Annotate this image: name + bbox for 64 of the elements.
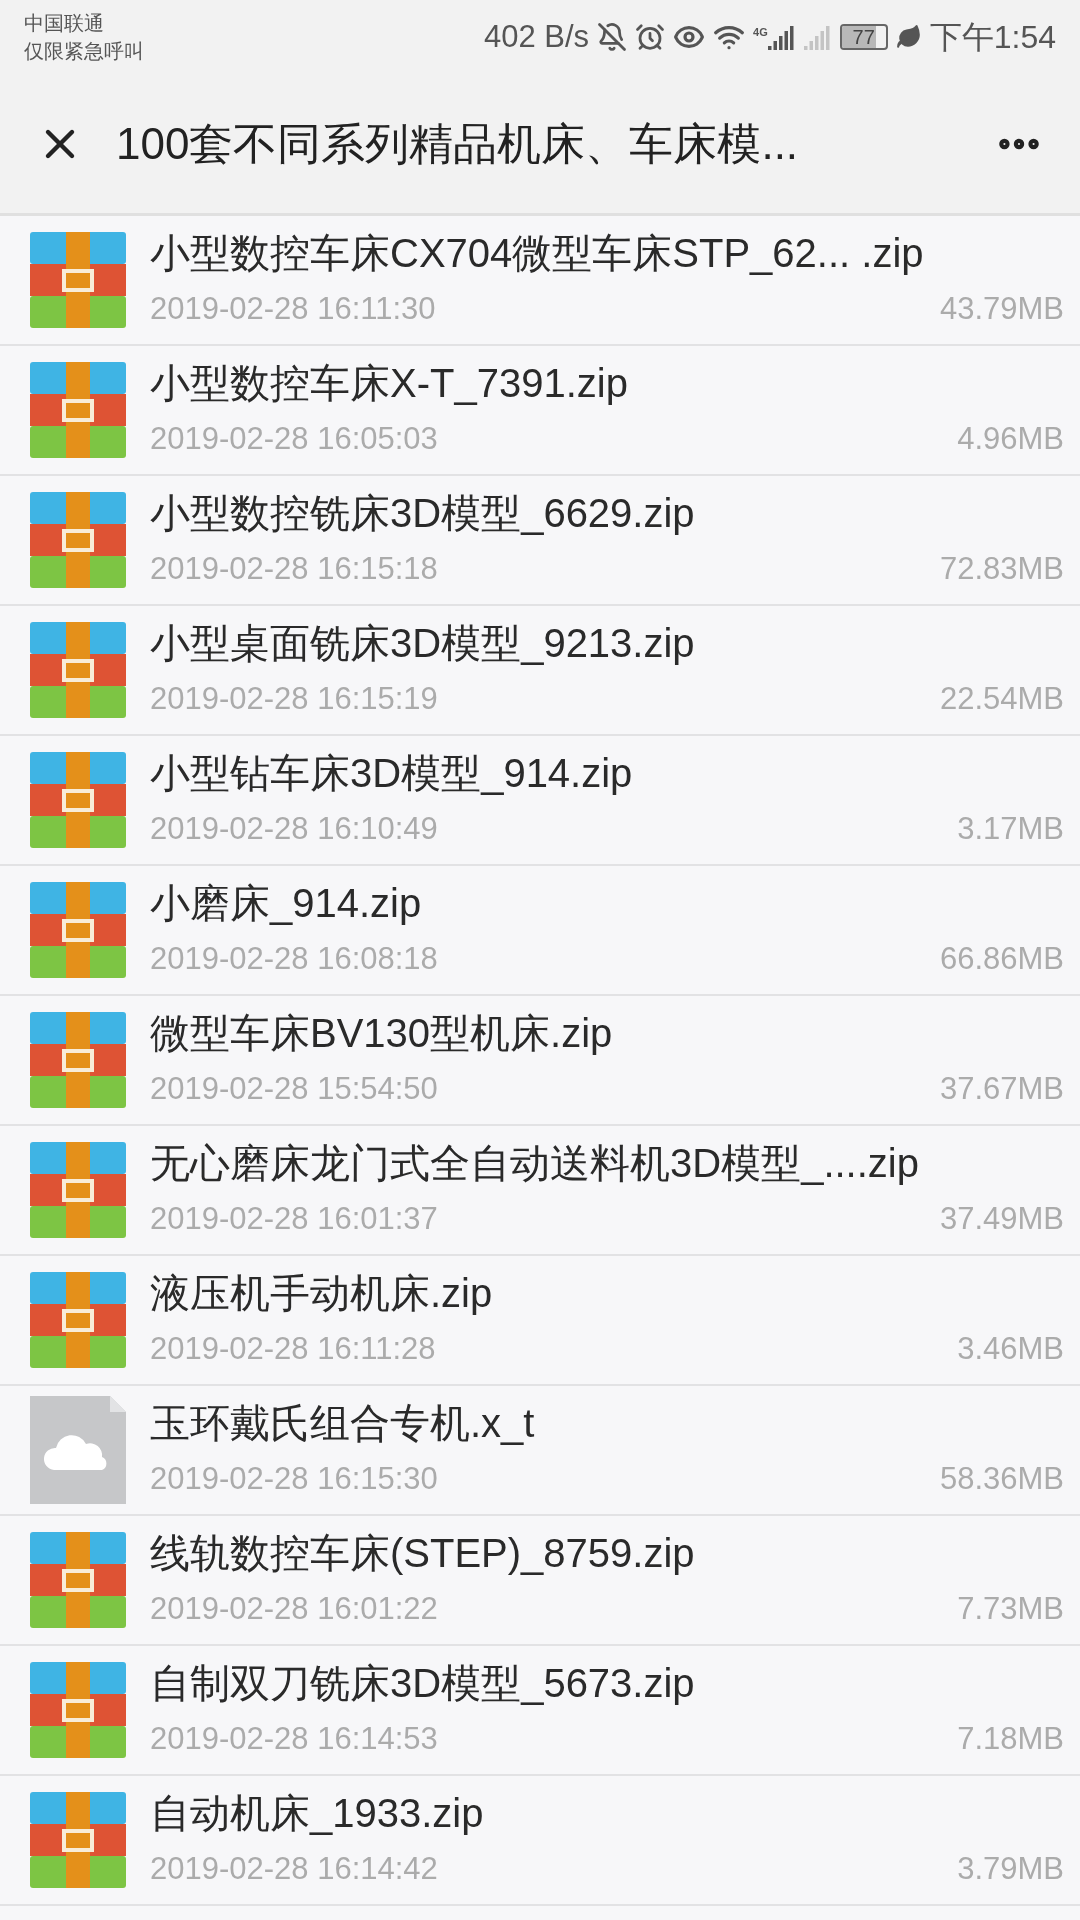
clock-time: 下午1:54 xyxy=(929,18,1056,57)
file-size: 37.67MB xyxy=(939,1069,1064,1108)
cloud-file-icon xyxy=(30,1396,126,1504)
file-size: 66.86MB xyxy=(939,939,1064,978)
archive-icon xyxy=(30,1142,126,1238)
file-date: 2019-02-28 16:11:30 xyxy=(150,289,436,328)
file-size: 22.54MB xyxy=(939,679,1064,718)
file-date: 2019-02-28 16:08:18 xyxy=(150,939,438,978)
archive-icon xyxy=(30,1662,126,1758)
file-size: 3.46MB xyxy=(957,1329,1064,1368)
file-name: 小型钻车床3D模型_914.zip xyxy=(150,749,634,797)
file-name: 微型车床BV130型机床.zip xyxy=(150,1009,614,1057)
carrier-name: 中国联通 xyxy=(24,11,105,36)
alarm-icon xyxy=(635,22,666,52)
file-date: 2019-02-28 16:01:37 xyxy=(150,1199,438,1238)
mute-icon xyxy=(597,22,628,52)
file-date: 2019-02-28 16:14:42 xyxy=(150,1849,438,1888)
file-date: 2019-02-28 16:05:03 xyxy=(150,419,438,458)
file-size: 3.17MB xyxy=(957,809,1064,848)
file-name: 玉环戴氏组合专机.x_t xyxy=(150,1399,536,1447)
signal-icon xyxy=(803,24,832,50)
file-date: 2019-02-28 16:14:53 xyxy=(150,1719,438,1758)
file-size: 7.18MB xyxy=(957,1719,1064,1758)
signal-icon xyxy=(767,24,796,50)
file-name: 小磨床_914.zip xyxy=(150,879,423,927)
file-name: 线轨数控车床(STEP)_8759.zip xyxy=(150,1529,696,1577)
file-size: 3.79MB xyxy=(957,1849,1064,1888)
file-name: 小型数控车床CX704微型车床STP_62... .zip xyxy=(150,229,925,277)
file-date: 2019-02-28 16:11:28 xyxy=(150,1329,436,1368)
archive-icon xyxy=(30,1532,126,1628)
archive-icon xyxy=(30,1272,126,1368)
file-date: 2019-02-28 16:15:18 xyxy=(150,549,438,588)
file-date: 2019-02-28 16:15:19 xyxy=(150,679,438,718)
network-speed: 402 B/s xyxy=(483,17,590,56)
file-date: 2019-02-28 16:10:49 xyxy=(150,809,438,848)
file-name: 自制双刀铣床3D模型_5673.zip xyxy=(150,1659,696,1707)
archive-icon xyxy=(30,492,126,588)
archive-icon xyxy=(30,882,126,978)
archive-icon xyxy=(30,1792,126,1888)
file-name: 小型桌面铣床3D模型_9213.zip xyxy=(150,619,696,667)
network-type: 4G xyxy=(753,25,768,40)
file-name: 小型数控车床X-T_7391.zip xyxy=(150,359,629,407)
archive-icon xyxy=(30,1012,126,1108)
file-date: 2019-02-28 15:54:50 xyxy=(150,1069,438,1108)
emergency-calls-note: 仅限紧急呼叫 xyxy=(24,39,144,64)
file-size: 72.83MB xyxy=(939,549,1064,588)
battery-icon: 77 xyxy=(839,24,888,50)
file-name: 液压机手动机床.zip xyxy=(150,1269,494,1317)
file-name: 自动机床_1933.zip xyxy=(150,1789,485,1837)
page-title: 100套不同系列精品机床、车床模... xyxy=(116,117,800,170)
file-size: 37.49MB xyxy=(939,1199,1064,1238)
file-size: 4.96MB xyxy=(957,419,1064,458)
archive-icon xyxy=(30,362,126,458)
file-name: 小型数控铣床3D模型_6629.zip xyxy=(150,489,696,537)
leaf-icon xyxy=(895,24,922,50)
archive-icon xyxy=(30,622,126,718)
archive-icon xyxy=(30,752,126,848)
file-size: 7.73MB xyxy=(957,1589,1064,1628)
file-size: 43.79MB xyxy=(939,289,1064,328)
archive-icon xyxy=(30,232,126,328)
file-date: 2019-02-28 16:15:30 xyxy=(150,1459,438,1498)
file-date: 2019-02-28 16:01:22 xyxy=(150,1589,438,1628)
file-name: 无心磨床龙门式全自动送料机3D模型_....zip xyxy=(150,1139,920,1187)
file-size: 58.36MB xyxy=(939,1459,1064,1498)
